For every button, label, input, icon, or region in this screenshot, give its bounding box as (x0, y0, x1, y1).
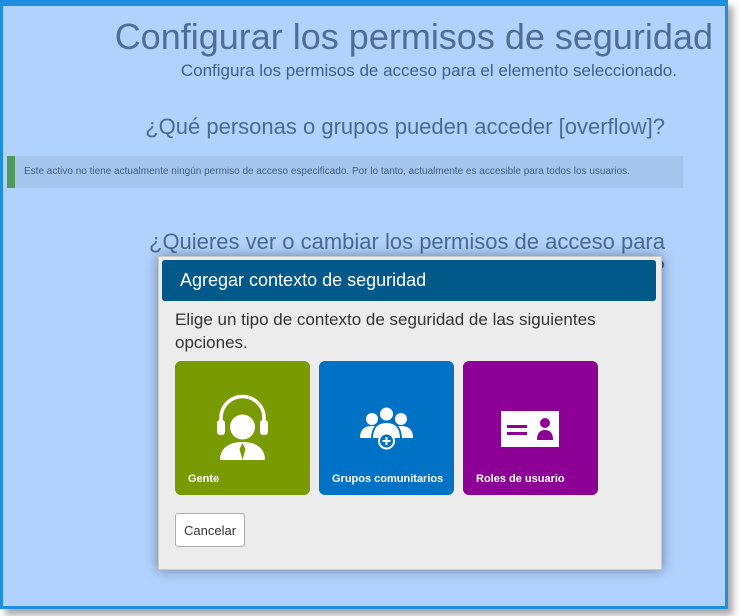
dialog-title: Agregar contexto de seguridad (180, 270, 427, 290)
community-group-icon (319, 361, 454, 461)
user-role-card-icon (463, 361, 598, 461)
option-label: Grupos comunitarios (332, 473, 444, 485)
person-headset-icon (175, 361, 310, 461)
option-label: Roles de usuario (476, 473, 565, 485)
dialog-prompt: Elige un tipo de contexto de seguridad d… (175, 310, 596, 352)
cancel-button[interactable]: Cancelar (175, 513, 246, 547)
option-tile-user-roles[interactable]: Roles de usuario (463, 361, 598, 495)
page-subtitle: Configura los permisos de acceso para el… (180, 61, 677, 80)
option-label: Gente (188, 473, 220, 485)
option-tile-people[interactable]: Gente (175, 361, 310, 495)
page-title: Configurar los permisos de seguridad (114, 16, 713, 57)
option-tile-community-groups[interactable]: Grupos comunitarios (319, 361, 454, 495)
dialog-header: Agregar contexto de seguridad (162, 260, 656, 301)
notice-text: Este activo no tiene actualmente ningún … (24, 166, 630, 177)
access-question: ¿Qué personas o grupos pueden acceder [o… (145, 114, 665, 139)
permissions-notice: Este activo no tiene actualmente ningún … (7, 156, 683, 188)
add-security-context-dialog: Agregar contexto de seguridad Elige un t… (158, 256, 662, 570)
